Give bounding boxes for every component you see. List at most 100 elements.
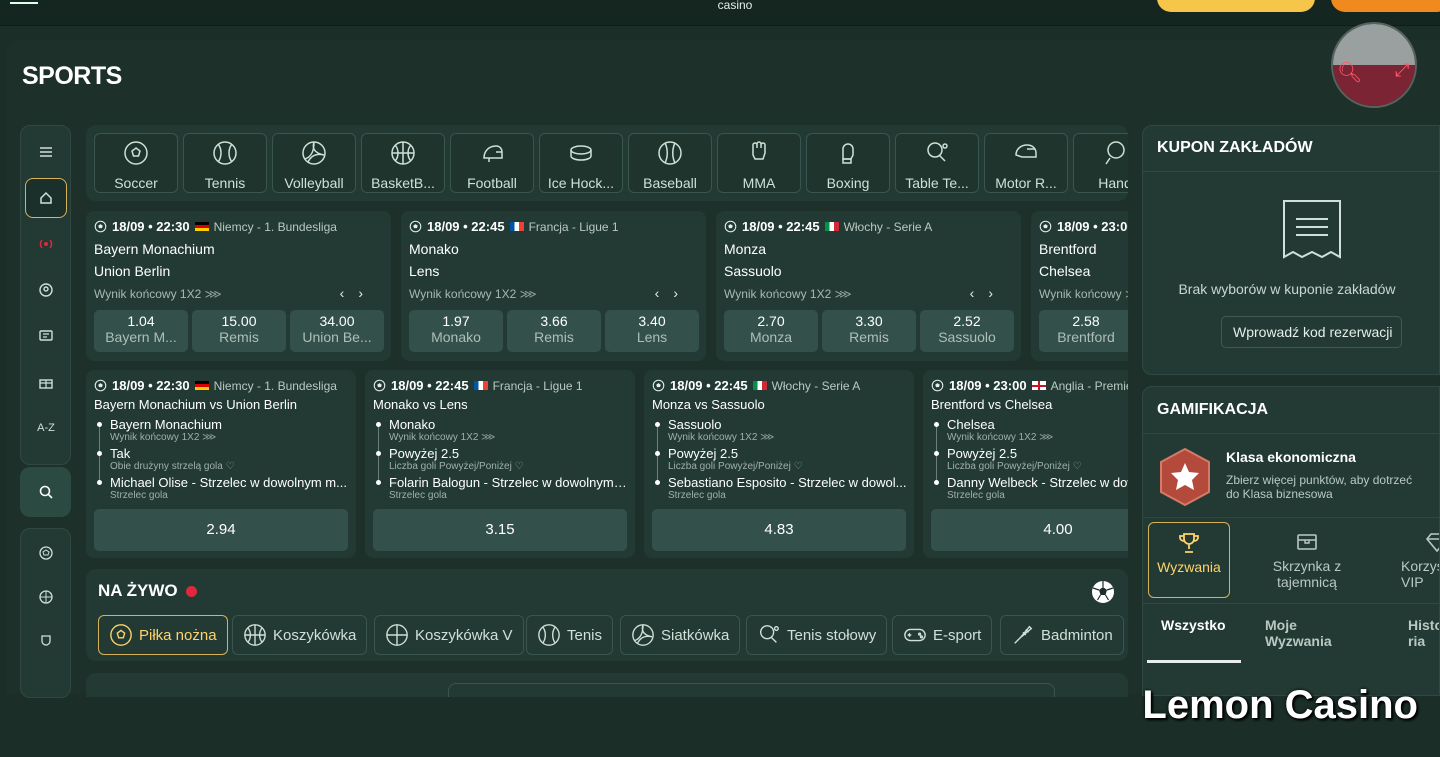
odds-button[interactable]: 3.30 Remis <box>822 310 916 352</box>
odds-button[interactable]: 1.04 Bayern M... <box>94 310 188 352</box>
tab-vip[interactable]: Korzyści VIP <box>1383 522 1439 598</box>
subtab-my-challenges[interactable]: Moje Wyzwania <box>1265 617 1345 649</box>
combined-odds-button[interactable]: 4.00 <box>931 509 1128 551</box>
live-tab-virtual-basketball[interactable]: Koszykówka V <box>374 615 524 655</box>
live-icon[interactable] <box>25 224 67 264</box>
chevron-left-icon[interactable]: ‹ <box>970 285 989 301</box>
leg-market: Obie drużyny strzelą gola ♡ <box>110 461 235 472</box>
sport-tab-mma[interactable]: MMA <box>717 133 801 193</box>
bet-builder-card[interactable]: 18/09 • 23:00 Anglia - Premier League Bren… <box>923 370 1128 558</box>
home-team: Bayern Monachium <box>94 241 215 257</box>
home-icon[interactable] <box>25 178 67 218</box>
gift-icon[interactable] <box>25 362 67 402</box>
match-card[interactable]: 18/09 • 22:30 Niemcy - 1. Bundesliga Bayer… <box>86 211 391 361</box>
bet-builder-card[interactable]: 18/09 • 22:45 Włochy - Serie A Monza vs Sa… <box>644 370 914 558</box>
chevron-left-icon[interactable]: ‹ <box>340 285 359 301</box>
sport-tab-basketball[interactable]: BasketB... <box>361 133 445 193</box>
sport-tab-baseball[interactable]: Baseball <box>628 133 712 193</box>
market-nav[interactable]: ‹› <box>655 285 692 301</box>
tab-challenges[interactable]: Wyzwania <box>1148 522 1230 598</box>
odds-button[interactable]: 2.70 Monza <box>724 310 818 352</box>
az-icon[interactable]: A-Z <box>25 408 67 448</box>
badminton-icon <box>1014 625 1033 644</box>
live-tab-basketball[interactable]: Koszykówka <box>232 615 368 655</box>
tab-label: Korzyści VIP <box>1401 558 1439 590</box>
virtual-basketball-icon <box>386 624 408 646</box>
live-tab-soccer[interactable]: Piłka nożna <box>98 615 228 655</box>
combined-odds-button[interactable]: 3.15 <box>373 509 627 551</box>
sidebar-search-button[interactable] <box>20 467 71 517</box>
live-tab-volleyball[interactable]: Siatkówka <box>620 615 741 655</box>
live-tab-tennis[interactable]: Tenis <box>526 615 614 655</box>
bet-leg: Folarin Balogun - Strzelec w dowolnym ..… <box>373 475 628 501</box>
live-title: NA ŻYWO <box>98 581 197 601</box>
match-card[interactable]: 18/09 • 22:45 Francja - Ligue 1 Monako Lens… <box>401 211 706 361</box>
chat-icon[interactable] <box>25 316 67 356</box>
chevron-left-icon[interactable]: ‹ <box>655 285 674 301</box>
odds-button[interactable]: 34.00 Union Be... <box>290 310 384 352</box>
sport-label: BasketB... <box>371 175 435 191</box>
chevron-right-icon[interactable]: › <box>358 285 377 301</box>
market-nav[interactable]: ‹› <box>970 285 1007 301</box>
bet-builder-card[interactable]: 18/09 • 22:45 Francja - Ligue 1 Monako vs … <box>365 370 635 558</box>
odds-button[interactable]: 3.66 Remis <box>507 310 601 352</box>
sport-label: Tennis <box>204 175 246 191</box>
booking-code-input[interactable]: Wprowadź kod rezerwacji <box>1221 316 1402 348</box>
subtab-all[interactable]: Wszystko <box>1161 617 1227 633</box>
chevron-right-icon[interactable]: › <box>673 285 692 301</box>
match-header: 18/09 • 22:45 Francja - Ligue 1 <box>409 219 619 234</box>
esport-icon[interactable] <box>25 621 67 661</box>
expand-icon[interactable]: ⤢ <box>1395 60 1409 81</box>
chevron-right-icon[interactable]: › <box>988 285 1007 301</box>
events-filter[interactable] <box>448 683 1055 697</box>
sport-tab-volleyball[interactable]: Volleyball <box>272 133 356 193</box>
league-name: Włochy - Serie A <box>771 378 861 393</box>
list-icon[interactable] <box>25 132 67 172</box>
sport-tab-tennis[interactable]: Tennis <box>183 133 267 193</box>
menu-icon[interactable] <box>10 0 38 4</box>
logo-subtitle[interactable]: casino <box>700 0 770 12</box>
language-flag-overlay[interactable]: 🔍︎ ⤢ <box>1331 22 1417 108</box>
home-team: Monako <box>409 241 459 257</box>
bet-builder-card[interactable]: 18/09 • 22:30 Niemcy - 1. Bundesliga Bayer… <box>86 370 356 558</box>
bet-leg: Powyżej 2.5 Liczba goli Powyżej/Poniżej ♡ <box>373 446 628 472</box>
market-name: Wynik końcowy 1X2 ⋙ <box>409 287 537 301</box>
market-name: Wynik końcowy 1X2 ⋙ <box>724 287 852 301</box>
odds-button[interactable]: 2.58 Brentford <box>1039 310 1128 352</box>
soccer-ball-icon[interactable] <box>1090 579 1116 605</box>
combined-odds-button[interactable]: 4.83 <box>652 509 906 551</box>
match-card[interactable]: 18/09 • 22:45 Włochy - Serie A Monza Sassuo… <box>716 211 1021 361</box>
sport-tab-motor-racing[interactable]: Motor R... <box>984 133 1068 193</box>
combined-odds-button[interactable]: 2.94 <box>94 509 348 551</box>
odds-button[interactable]: 2.52 Sassuolo <box>920 310 1014 352</box>
user-icon[interactable] <box>25 270 67 310</box>
sport-tab-boxing[interactable]: Boxing <box>806 133 890 193</box>
odds-value: 1.97 <box>442 313 470 329</box>
live-tab-badminton[interactable]: Badminton <box>1000 615 1124 655</box>
away-team: Chelsea <box>1039 263 1091 279</box>
subtab-history[interactable]: Historia <box>1408 617 1439 649</box>
register-button[interactable] <box>1331 0 1440 12</box>
sport-label: Football <box>467 175 517 191</box>
match-time: 18/09 • 23:00 <box>1057 219 1128 234</box>
flag-icon <box>509 222 524 231</box>
soccer-icon[interactable] <box>25 533 67 573</box>
sport-tab-soccer[interactable]: Soccer <box>94 133 178 193</box>
basketball-icon[interactable] <box>25 577 67 617</box>
search-icon[interactable]: 🔍︎ <box>1337 60 1362 85</box>
odds-button[interactable]: 15.00 Remis <box>192 310 286 352</box>
soccer-icon <box>110 624 132 646</box>
sport-tab-ice-hockey[interactable]: Ice Hock... <box>539 133 623 193</box>
match-title: Monza vs Sassuolo <box>652 397 765 412</box>
odds-button[interactable]: 3.40 Lens <box>605 310 699 352</box>
sport-tab-table-tennis[interactable]: Table Te... <box>895 133 979 193</box>
live-tab-gamepad[interactable]: E-sport <box>892 615 993 655</box>
odds-button[interactable]: 1.97 Monako <box>409 310 503 352</box>
live-tab-table-tennis[interactable]: Tenis stołowy <box>746 615 888 655</box>
tab-mystery-box[interactable]: Skrzynka z tajemnicą <box>1265 522 1349 598</box>
match-card[interactable]: 18/09 • 23:00Anglia - Premier League Bren… <box>1031 211 1128 361</box>
sport-tab-football[interactable]: Football <box>450 133 534 193</box>
sport-tab-handball[interactable]: Hand <box>1073 133 1128 193</box>
login-button[interactable] <box>1157 0 1315 12</box>
market-nav[interactable]: ‹› <box>340 285 377 301</box>
